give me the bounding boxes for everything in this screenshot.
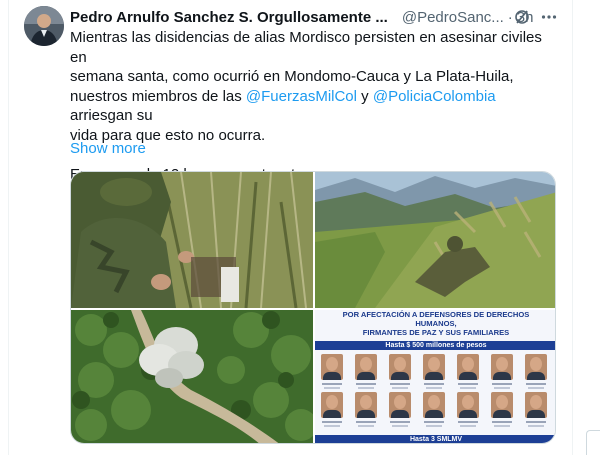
portrait <box>523 354 548 390</box>
portrait <box>489 392 514 428</box>
mention-policiacolombia[interactable]: @PoliciaColombia <box>373 88 496 105</box>
poster-headline-line2: FIRMANTES DE PAZ Y SUS FAMILIARES <box>362 328 510 337</box>
portrait <box>387 354 412 390</box>
timeline-border-right <box>572 0 573 455</box>
photo-soldier-grass-image <box>71 172 313 308</box>
poster-reward-band-2: Hasta 3 SMLMV <box>315 435 555 443</box>
portrait-row <box>319 354 553 390</box>
photo-soldier-grass[interactable] <box>71 172 313 308</box>
media-grid: POR AFECTACIÓN A DEFENSORES DE DERECHOS … <box>70 171 556 444</box>
tweet-header: Pedro Arnulfo Sanchez S. Orgullosamente … <box>70 8 560 26</box>
avatar-image <box>24 6 64 46</box>
show-more-link[interactable]: Show more <box>70 140 146 157</box>
portrait <box>455 354 480 390</box>
portrait <box>319 354 344 390</box>
portrait <box>319 392 344 428</box>
portrait <box>421 392 446 428</box>
more-options-icon[interactable] <box>540 8 558 26</box>
portrait <box>353 392 378 428</box>
tweet-line-1: Mientras las disidencias de alias Mordis… <box>70 29 542 66</box>
tweet-line-3: nuestros miembros de las @FuerzasMilCol … <box>70 87 560 126</box>
photo-soldier-hillside[interactable] <box>315 172 555 308</box>
tweet-text-fragment: nuestros miembros de las <box>70 87 246 105</box>
portrait <box>489 354 514 390</box>
avatar[interactable] <box>24 6 64 46</box>
scroll-corner <box>586 430 600 455</box>
tweet-text: Mientras las disidencias de alias Mordis… <box>70 28 560 185</box>
tweet-text-fragment: arriesgan su <box>70 107 153 125</box>
photo-soldier-hillside-image <box>315 172 555 308</box>
poster-reward-band: Hasta $ 500 millones de pesos <box>315 341 555 350</box>
grok-icon[interactable] <box>513 8 531 26</box>
portrait <box>387 392 412 428</box>
mention-fuerzasmilcol[interactable]: @FuerzasMilCol <box>246 88 357 105</box>
portrait <box>455 392 480 428</box>
author-name[interactable]: Pedro Arnulfo Sanchez S. Orgullosamente … <box>70 9 388 26</box>
portrait <box>523 392 548 428</box>
tweet-line-2: semana santa, como ocurrió en Mondomo-Ca… <box>70 68 514 86</box>
tweet-text-fragment: y <box>357 87 373 105</box>
author-handle[interactable]: @PedroSanc... <box>402 9 504 26</box>
photo-aerial-explosion-image <box>71 310 313 443</box>
poster-headline-line1: POR AFECTACIÓN A DEFENSORES DE DERECHOS … <box>342 310 530 328</box>
poster-headline: POR AFECTACIÓN A DEFENSORES DE DERECHOS … <box>321 310 551 337</box>
photo-aerial-explosion[interactable] <box>71 310 313 443</box>
portrait <box>421 354 446 390</box>
portrait <box>353 354 378 390</box>
timeline-border-left <box>8 0 9 455</box>
portrait-row <box>319 392 553 428</box>
photo-reward-poster[interactable]: POR AFECTACIÓN A DEFENSORES DE DERECHOS … <box>315 310 555 443</box>
